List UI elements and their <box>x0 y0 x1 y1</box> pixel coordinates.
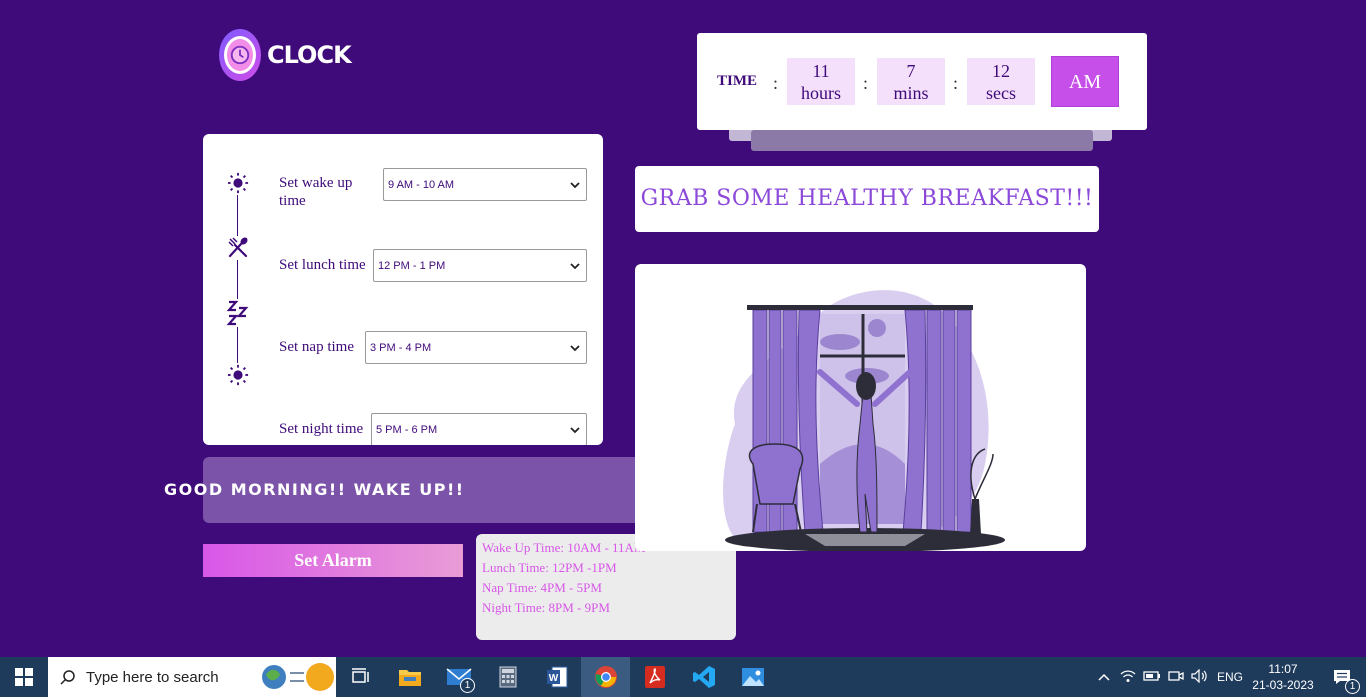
time-separator: : <box>773 73 779 93</box>
search-icon <box>60 670 75 685</box>
app-logo: CLOCK <box>219 29 352 81</box>
secs-value: 12 <box>992 61 1010 81</box>
night-time-label: Set night time <box>279 421 364 437</box>
timeline-line <box>237 194 238 369</box>
set-alarm-button[interactable]: Set Alarm <box>203 544 463 577</box>
sun-icon <box>226 363 250 387</box>
word-icon: W <box>546 666 567 688</box>
wake-time-label: Set wake up time <box>279 175 353 209</box>
time-separator: : <box>953 73 959 93</box>
logo-text: CLOCK <box>267 41 352 69</box>
vscode-button[interactable] <box>679 657 728 697</box>
fork-spoon-icon <box>226 236 250 260</box>
battery-icon[interactable] <box>1140 670 1164 685</box>
start-button[interactable] <box>0 657 48 697</box>
search-placeholder: Type here to search <box>86 668 219 686</box>
word-button[interactable]: W <box>532 657 581 697</box>
schedule-night: Night Time: 8PM - 9PM <box>482 600 610 615</box>
activity-message: GRAB SOME HEALTHY BREAKFAST!!! <box>635 166 1099 232</box>
vscode-icon <box>692 666 715 688</box>
hours-box: 11 hours <box>787 58 855 105</box>
photos-icon <box>741 668 764 686</box>
taskbar-clock[interactable]: 11:07 21-03-2023 <box>1248 661 1318 693</box>
windows-taskbar: Type here to search 1 W ENG 11:07 21-03-… <box>0 657 1366 697</box>
wake-time-select[interactable]: 9 AM - 10 AM <box>383 168 587 201</box>
secs-unit: secs <box>986 83 1016 103</box>
task-view-icon <box>351 668 369 683</box>
search-highlight-icon <box>262 663 334 691</box>
system-tray: ENG 11:07 21-03-2023 1 <box>1092 657 1366 697</box>
camera-icon[interactable] <box>1164 669 1188 686</box>
notification-center-button[interactable]: 1 <box>1318 657 1366 697</box>
night-time-select[interactable]: 5 PM - 6 PM <box>371 413 587 445</box>
mins-unit: mins <box>893 83 929 103</box>
chevron-down-icon <box>570 426 580 433</box>
time-label: TIME <box>717 73 758 89</box>
task-view-button[interactable] <box>336 657 385 697</box>
acrobat-button[interactable] <box>630 657 679 697</box>
network-icon[interactable] <box>1116 669 1140 686</box>
photos-button[interactable] <box>728 657 777 697</box>
show-hidden-icons-button[interactable] <box>1092 670 1116 684</box>
windows-logo-icon <box>15 668 33 686</box>
chevron-up-icon <box>1098 673 1110 681</box>
greeting-text: GOOD MORNING!! WAKE UP!! <box>164 480 465 499</box>
alarm-settings-card: Set wake up time 9 AM - 10 AM Set lunch … <box>203 134 603 445</box>
clock-icon <box>219 29 261 81</box>
am-pm-indicator: AM <box>1051 56 1119 107</box>
time-panel-shadow-2 <box>751 130 1093 151</box>
taskbar-search-input[interactable]: Type here to search <box>48 657 336 697</box>
language-indicator[interactable]: ENG <box>1212 670 1248 684</box>
chrome-icon <box>594 666 617 688</box>
lunch-time-select[interactable]: 12 PM - 1 PM <box>373 249 587 282</box>
morning-illustration <box>635 264 1086 551</box>
taskbar-time: 11:07 <box>1268 662 1298 676</box>
file-explorer-button[interactable] <box>385 657 434 697</box>
svg-text:W: W <box>548 673 558 684</box>
mins-box: 7 mins <box>877 58 945 105</box>
calculator-button[interactable] <box>483 657 532 697</box>
calculator-icon <box>499 666 516 688</box>
chevron-down-icon <box>570 262 580 269</box>
taskbar-date: 21-03-2023 <box>1252 678 1314 692</box>
mins-value: 7 <box>906 61 916 81</box>
chevron-down-icon <box>570 181 580 188</box>
secs-box: 12 secs <box>967 58 1035 105</box>
speaker-icon[interactable] <box>1188 668 1212 686</box>
mail-badge: 1 <box>460 678 475 693</box>
schedule-lunch: Lunch Time: 12PM -1PM <box>482 560 617 575</box>
night-time-value: 5 PM - 6 PM <box>376 423 438 436</box>
mail-button[interactable]: 1 <box>434 657 483 697</box>
sun-icon <box>226 171 250 195</box>
folder-icon <box>398 670 421 686</box>
nap-time-label: Set nap time <box>279 339 354 355</box>
schedule-nap: Nap Time: 4PM - 5PM <box>482 580 602 595</box>
pdf-icon <box>644 666 665 688</box>
notification-badge: 1 <box>1345 679 1360 694</box>
nap-time-value: 3 PM - 4 PM <box>370 341 432 354</box>
wake-time-value: 9 AM - 10 AM <box>388 178 455 191</box>
time-panel: TIME : 11 hours : 7 mins : 12 secs AM <box>697 33 1147 130</box>
nap-time-select[interactable]: 3 PM - 4 PM <box>365 331 587 364</box>
time-separator: : <box>863 73 869 93</box>
hours-unit: hours <box>801 83 841 103</box>
chevron-down-icon <box>570 344 580 351</box>
lunch-time-value: 12 PM - 1 PM <box>378 259 446 272</box>
hours-value: 11 <box>812 61 830 81</box>
chrome-button[interactable] <box>581 657 630 697</box>
sleep-zzz-icon <box>226 299 250 327</box>
lunch-time-label: Set lunch time <box>279 257 366 273</box>
